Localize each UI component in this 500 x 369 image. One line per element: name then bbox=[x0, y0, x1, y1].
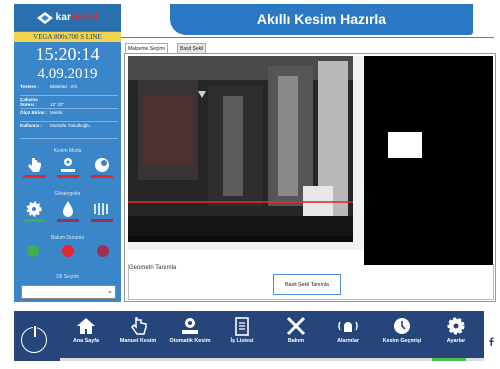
mode-indicator bbox=[91, 175, 113, 178]
power-button[interactable] bbox=[21, 326, 47, 353]
nav-label: Ayarlar bbox=[446, 338, 466, 344]
indicator-bar bbox=[57, 219, 79, 222]
indicator-bar bbox=[23, 219, 45, 222]
saw-blade-icon bbox=[94, 203, 108, 215]
auto-mode-button[interactable] bbox=[56, 155, 80, 183]
nav-label: Alarmlar bbox=[337, 338, 359, 344]
water-drop-icon bbox=[63, 201, 73, 217]
info-key: Ölçü Birimi : bbox=[20, 110, 48, 115]
status-light-darkred bbox=[97, 245, 109, 257]
nav-active-indicator bbox=[432, 358, 466, 361]
nav-label: İş Listesi bbox=[230, 338, 254, 344]
power-icon bbox=[33, 326, 37, 337]
info-row-testere: Testere : BkMetal - 2/3 bbox=[20, 84, 118, 96]
motor-indicator[interactable] bbox=[22, 199, 46, 227]
nav-track bbox=[60, 358, 484, 361]
clock-icon bbox=[394, 318, 410, 334]
brand-main: kar bbox=[55, 12, 72, 23]
nav-label: Manuel Kesim bbox=[119, 338, 157, 344]
status-light-red bbox=[62, 245, 74, 257]
info-key: Kullanıcı : bbox=[20, 123, 42, 128]
indicator-bar bbox=[91, 219, 113, 222]
clock: 15:20:14 bbox=[35, 44, 100, 64]
nav-kesim-gecmisi[interactable]: Kesim Geçmişi bbox=[376, 316, 428, 356]
nav-label: Ana Sayfa bbox=[72, 338, 100, 344]
date: 4.09.2019 bbox=[37, 66, 98, 82]
brand-logo: karmetal bbox=[14, 4, 121, 31]
dil-secimi-title: Dil Seçimi bbox=[56, 274, 79, 280]
nav-ana-sayfa[interactable]: Ana Sayfa bbox=[60, 316, 112, 356]
manual-mode-button[interactable] bbox=[22, 155, 46, 183]
bakim-durumu-title: Bakım Durumu bbox=[50, 235, 85, 241]
info-value: Metrik bbox=[50, 110, 63, 115]
nav-ayarlar[interactable]: Ayarlar bbox=[430, 316, 482, 356]
info-value: Mustafa Yakutkoğlu bbox=[50, 123, 90, 128]
chevron-down-icon: ⌄ bbox=[107, 288, 113, 295]
nav-otomatik-kesim[interactable]: Otomatik Kesim bbox=[164, 316, 216, 356]
settings-gear-icon bbox=[447, 317, 465, 335]
hand-pointer-icon bbox=[131, 317, 147, 335]
info-row-kullanici: Kullanıcı : Mustafa Yakutkoğlu bbox=[20, 123, 118, 139]
info-key: Çalışma Süresi : bbox=[20, 97, 38, 107]
camera-image bbox=[128, 56, 365, 250]
machine-model: VEGA 800x700 S LINE bbox=[14, 32, 121, 42]
gear-icon bbox=[26, 201, 42, 217]
diamond-logo-icon bbox=[36, 11, 53, 24]
youtube-icon[interactable] bbox=[485, 348, 497, 362]
status-light-green bbox=[27, 245, 39, 257]
gostergeler-title: Göstergeler bbox=[54, 191, 81, 197]
info-row-olcu: Ölçü Birimi : Metrik bbox=[20, 110, 118, 122]
kesim-modu-title: Kesim Modu bbox=[53, 148, 82, 154]
mask-image bbox=[388, 132, 422, 158]
auto-gear-icon bbox=[61, 158, 75, 172]
mask-view bbox=[364, 56, 493, 265]
tools-icon bbox=[286, 316, 306, 336]
nav-alarmlar[interactable]: Alarmlar bbox=[322, 316, 374, 356]
hand-pointer-icon bbox=[28, 158, 41, 172]
coolant-indicator[interactable] bbox=[56, 199, 80, 227]
camera-view bbox=[128, 56, 365, 250]
alarm-icon bbox=[338, 321, 358, 332]
home-icon bbox=[77, 318, 95, 334]
kesim-modu-group bbox=[22, 155, 114, 183]
header-divider bbox=[121, 37, 494, 38]
facebook-icon[interactable] bbox=[486, 333, 496, 346]
mail-icon[interactable] bbox=[486, 318, 496, 331]
basit-sekil-button[interactable]: Basit Şekil Tanımla bbox=[273, 274, 341, 295]
saw-indicator[interactable] bbox=[90, 199, 114, 227]
smart-mode-button[interactable] bbox=[90, 155, 114, 183]
geometry-label: Geometri Tanımla bbox=[129, 265, 177, 271]
gostergeler-group bbox=[22, 199, 114, 227]
language-select[interactable]: ⌄ bbox=[21, 285, 116, 299]
auto-gear-icon bbox=[182, 318, 198, 334]
mode-indicator bbox=[57, 175, 79, 178]
nav-label: Otomatik Kesim bbox=[169, 338, 211, 344]
nav-manuel-kesim[interactable]: Manuel Kesim bbox=[112, 316, 164, 356]
brand-accent: metal bbox=[71, 12, 99, 23]
clipboard-icon bbox=[235, 317, 249, 336]
sidebar: karmetal VEGA 800x700 S LINE 15:20:14 4.… bbox=[14, 4, 121, 302]
nav-is-listesi[interactable]: İş Listesi bbox=[216, 316, 268, 356]
header-banner: Akıllı Kesim Hazırla bbox=[170, 4, 473, 35]
info-value: 12' 32" bbox=[50, 102, 65, 107]
info-row-calisma: Çalışma Süresi : 12' 32" bbox=[20, 97, 118, 109]
info-value: BkMetal - 2/3 bbox=[50, 84, 78, 89]
smart-cut-icon bbox=[95, 158, 109, 172]
bakim-durumu-group bbox=[27, 245, 109, 259]
mode-indicator bbox=[23, 175, 45, 178]
page-title: Akıllı Kesim Hazırla bbox=[256, 11, 387, 27]
nav-label: Kesim Geçmişi bbox=[382, 338, 422, 344]
nav-bakim[interactable]: Bakım bbox=[270, 316, 322, 356]
nav-label: Bakım bbox=[287, 338, 305, 344]
info-key: Testere : bbox=[20, 84, 39, 89]
